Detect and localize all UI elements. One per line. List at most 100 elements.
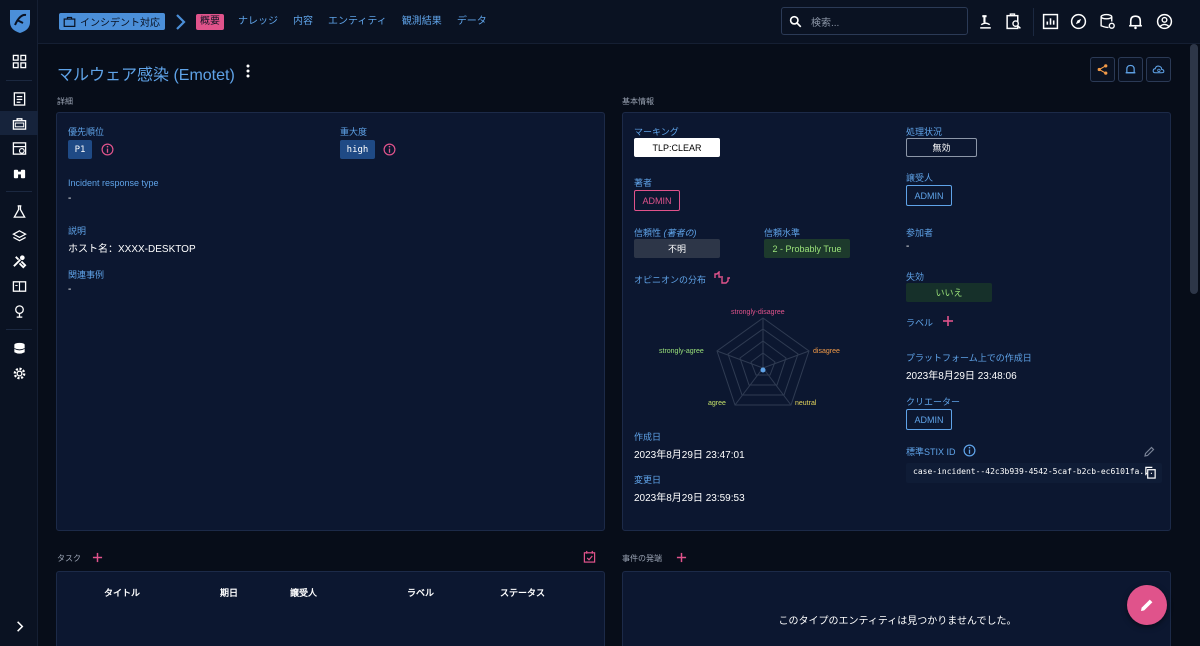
sidebar-divider: [6, 329, 32, 330]
reliability-label-text: 信頼性: [634, 228, 662, 238]
pencil-icon: [1141, 599, 1153, 611]
reliability-label-suffix: (著者の): [663, 228, 697, 238]
status-chip: 無効: [906, 138, 977, 157]
sidebar-divider: [6, 191, 32, 192]
add-label-icon[interactable]: [942, 315, 954, 327]
expand-sidebar-icon[interactable]: [10, 617, 28, 635]
more-options-icon[interactable]: [244, 64, 252, 78]
confidence-label: 信頼水準: [764, 228, 801, 238]
copy-icon[interactable]: [1144, 466, 1157, 479]
author-chip[interactable]: ADMIN: [634, 190, 680, 211]
radar-label-disagree: disagree: [813, 348, 840, 355]
dashboards-icon[interactable]: [1042, 13, 1059, 30]
entities-icon[interactable]: [10, 277, 28, 295]
cases-icon[interactable]: [10, 114, 28, 132]
severity-info-icon[interactable]: [383, 143, 396, 156]
bell-icon: [1125, 64, 1136, 74]
opinion-radar-chart: [716, 317, 810, 406]
account-icon[interactable]: [1156, 13, 1173, 30]
investigation-icon[interactable]: [977, 13, 994, 30]
workbench-search-icon[interactable]: [1005, 13, 1022, 30]
edit-fab-button[interactable]: [1127, 585, 1167, 625]
data-settings-icon[interactable]: [1099, 13, 1116, 30]
stix-id-value: case-incident--42c3b939-4542-5caf-b2cb-e…: [913, 467, 1154, 476]
subscribe-button[interactable]: [1118, 57, 1143, 82]
status-label: 処理状況: [906, 127, 943, 137]
case-icon: [63, 16, 76, 27]
assignee-chip[interactable]: ADMIN: [906, 185, 952, 206]
app-root: インシデント対応 概要 ナレッジ 内容 エンティティ 観測結果 データ 検索..…: [0, 0, 1200, 646]
breadcrumb-incident-response[interactable]: インシデント対応: [59, 13, 165, 30]
tab-knowledge[interactable]: ナレッジ: [238, 14, 278, 30]
tab-observables[interactable]: 観測結果: [402, 14, 442, 30]
settings-icon[interactable]: [10, 364, 28, 382]
task-template-icon[interactable]: [583, 550, 596, 563]
add-event-icon[interactable]: [676, 552, 687, 563]
app-logo-icon[interactable]: [8, 8, 32, 34]
radar-label-agree: agree: [708, 400, 726, 407]
export-button[interactable]: [1146, 57, 1171, 82]
tab-data[interactable]: データ: [457, 14, 487, 30]
tasks-col-title[interactable]: タイトル: [104, 586, 140, 599]
stix-id-label: 標準STIX ID: [906, 447, 956, 457]
tasks-col-labels[interactable]: ラベル: [407, 586, 434, 599]
search-input[interactable]: 検索...: [781, 7, 968, 35]
creator-chip[interactable]: ADMIN: [906, 409, 952, 430]
analysis-icon[interactable]: [10, 89, 28, 107]
share-icon: [1097, 64, 1108, 75]
radar-label-strongly-disagree: strongly-disagree: [731, 309, 785, 316]
author-label: 著者: [634, 178, 653, 188]
tab-content[interactable]: 内容: [293, 14, 313, 30]
priority-info-icon[interactable]: [101, 143, 114, 156]
techniques-icon[interactable]: [10, 252, 28, 270]
details-panel: 優先順位 P1 重大度 high Incident response type …: [56, 112, 605, 531]
page-title: マルウェア感染 (Emotet): [57, 67, 235, 84]
related-cases-value: -: [68, 284, 72, 295]
stix-info-icon[interactable]: [963, 444, 976, 457]
platform-created-label: プラットフォーム上での作成日: [906, 353, 1032, 363]
tasks-col-status[interactable]: ステータス: [500, 586, 545, 599]
share-button[interactable]: [1090, 57, 1115, 82]
modified-label: 変更日: [634, 475, 662, 485]
events-icon[interactable]: [10, 139, 28, 157]
chevron-right-icon: [176, 14, 186, 30]
radar-center-point: [760, 367, 766, 373]
data-icon[interactable]: [10, 339, 28, 357]
edit-stix-icon[interactable]: [1143, 446, 1155, 458]
observations-icon[interactable]: [10, 164, 28, 182]
opinion-thumbs-icon[interactable]: [714, 271, 731, 285]
add-task-icon[interactable]: [92, 552, 103, 563]
dashboard-icon[interactable]: [10, 52, 28, 70]
modified-value: 2023年8月29日 23:59:53: [634, 493, 745, 504]
severity-chip: high: [340, 140, 375, 159]
threats-icon[interactable]: [10, 202, 28, 220]
timeline-section-title: 事件の発端: [622, 554, 662, 563]
severity-label: 重大度: [340, 127, 368, 137]
tab-entities[interactable]: エンティティ: [328, 14, 387, 30]
topbar: インシデント対応 概要 ナレッジ 内容 エンティティ 観測結果 データ 検索..…: [38, 0, 1200, 44]
confidence-chip: 2 - Probably True: [764, 239, 850, 258]
platform-created-value: 2023年8月29日 23:48:06: [906, 371, 1017, 382]
description-value: ホスト名：XXXX-DESKTOP: [68, 244, 196, 255]
created-label: 作成日: [634, 432, 662, 442]
explore-icon[interactable]: [1070, 13, 1087, 30]
description-label: 説明: [68, 226, 87, 236]
radar-axis: [762, 350, 810, 369]
arsenal-icon[interactable]: [10, 227, 28, 245]
radar-label-neutral: neutral: [795, 400, 817, 407]
page-scrollbar[interactable]: [1190, 44, 1198, 294]
notifications-icon[interactable]: [1127, 13, 1144, 30]
tasks-panel: [56, 571, 605, 646]
sidebar-divider: [6, 80, 32, 81]
opinion-label: オピニオンの分布: [634, 275, 707, 285]
locations-icon[interactable]: [10, 302, 28, 320]
response-type-value: -: [68, 193, 72, 204]
tasks-col-due[interactable]: 期日: [220, 586, 238, 599]
tab-bar: 概要 ナレッジ 内容 エンティティ 観測結果 データ: [196, 14, 502, 30]
tasks-col-assignee[interactable]: 譲受人: [290, 586, 317, 599]
timeline-panel: このタイプのエンティティは見つかりませんでした。: [622, 571, 1171, 646]
search-icon: [789, 15, 802, 27]
labels-label: ラベル: [906, 318, 934, 328]
creator-label: クリエーター: [906, 397, 961, 407]
tab-overview[interactable]: 概要: [196, 14, 224, 30]
